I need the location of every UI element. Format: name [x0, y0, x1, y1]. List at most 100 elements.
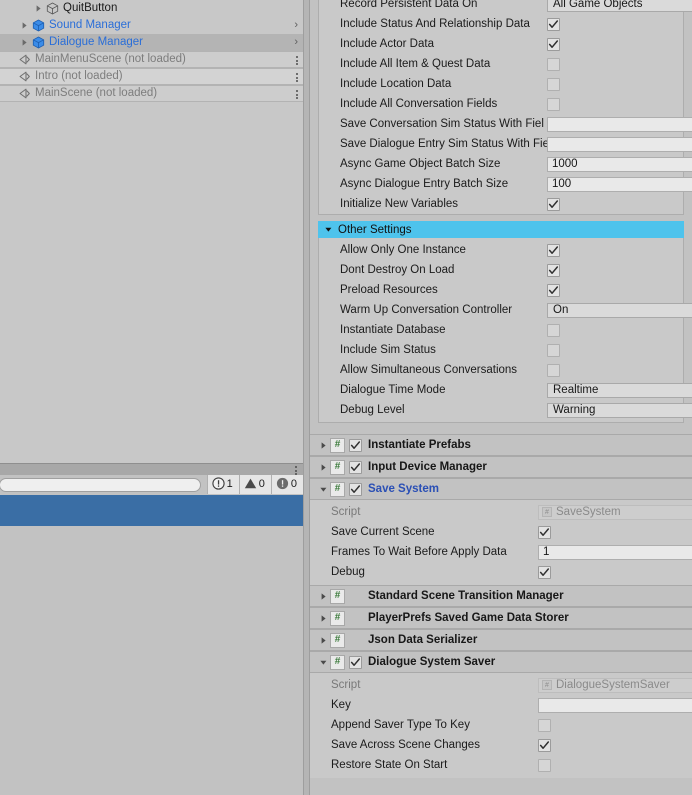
property-value [538, 715, 692, 735]
dropdown-warm-up-conversation-controller[interactable]: On [547, 302, 692, 318]
hierarchy-row-mainmenuscene-not-loaded[interactable]: MainMenuScene (not loaded) [0, 51, 303, 68]
chevron-right-icon[interactable] [316, 592, 330, 601]
hierarchy-row-list: QuitButton Sound Manager › Dialogue Manager… [0, 0, 303, 102]
component-title: PlayerPrefs Saved Game Data Storer [368, 612, 569, 624]
open-prefab-chevron-icon[interactable]: › [294, 34, 298, 51]
dropdown-record-persistent-data-on[interactable]: All Game Objects [547, 0, 692, 12]
component-header-playerprefs-saved-game-data-storer[interactable]: # PlayerPrefs Saved Game Data Storer [310, 607, 692, 629]
dropdown-dialogue-time-mode[interactable]: Realtime [547, 382, 692, 398]
text-field-save-dialogue-entry-sim-status-with-fie[interactable] [547, 136, 692, 152]
console-error-count: 1 [226, 478, 233, 490]
object-field-script[interactable]: # SaveSystem [538, 504, 692, 520]
console-message-list[interactable] [0, 495, 303, 795]
hierarchy-empty-area[interactable] [0, 107, 303, 463]
dropdown-debug-level[interactable]: Warning [547, 402, 692, 418]
checkbox-debug[interactable] [538, 565, 551, 579]
chevron-down-icon[interactable] [324, 225, 333, 234]
component-enabled-toggle[interactable] [349, 655, 362, 669]
expand-arrow-icon[interactable] [32, 2, 45, 15]
checkbox-instantiate-database[interactable] [547, 323, 560, 337]
component-header-instantiate-prefabs[interactable]: # Instantiate Prefabs [310, 434, 692, 456]
chevron-right-icon[interactable] [316, 463, 330, 472]
scene-options-icon[interactable] [296, 86, 298, 103]
left-column: QuitButton Sound Manager › Dialogue Manager… [0, 0, 303, 795]
chevron-right-icon[interactable] [316, 614, 330, 623]
component-enabled-toggle[interactable] [349, 482, 362, 496]
text-field-async-dialogue-entry-batch-size[interactable]: 100 [547, 176, 692, 192]
script-icon: # [542, 507, 552, 517]
row-options-icon[interactable] [296, 52, 298, 69]
hierarchy-row-intro-not-loaded[interactable]: Intro (not loaded) [0, 68, 303, 85]
checkbox-dont-destroy-on-load[interactable] [547, 263, 560, 277]
checkbox-include-sim-status[interactable] [547, 343, 560, 357]
hierarchy-row-quitbutton[interactable]: QuitButton [0, 0, 303, 17]
property-value: All Game Objects [547, 0, 692, 14]
component-body-save-system: Script # SaveSystem Save Current Scene Frame… [310, 500, 692, 585]
property-value [547, 134, 692, 154]
chevron-right-icon[interactable] [316, 636, 330, 645]
component-header-dialogue-system-saver[interactable]: # Dialogue System Saver [310, 651, 692, 673]
checkbox-preload-resources[interactable] [547, 283, 560, 297]
checkbox-restore-state-on-start[interactable] [538, 758, 551, 772]
property-label: Include Location Data [340, 78, 452, 90]
console-panel[interactable]: 1 0 0 [0, 475, 303, 795]
component-enabled-toggle[interactable] [349, 460, 362, 474]
scene-options-icon[interactable] [296, 69, 298, 86]
inspector-panel[interactable]: Record Persistent Data On All Game Object… [310, 0, 692, 795]
chevron-right-icon[interactable] [316, 441, 330, 450]
checkbox-include-all-item-quest-data[interactable] [547, 57, 560, 71]
chevron-down-icon[interactable] [316, 658, 330, 667]
property-value [547, 320, 683, 340]
text-field-frames-to-wait-before-apply-data[interactable]: 1 [538, 544, 692, 560]
property-row-dialogue-time-mode: Dialogue Time Mode Realtime [319, 380, 692, 400]
open-prefab-chevron-icon[interactable]: › [294, 17, 298, 34]
property-label: Instantiate Database [340, 324, 446, 336]
object-field-script[interactable]: # DialogueSystemSaver [538, 677, 692, 693]
property-label: Allow Simultaneous Conversations [340, 364, 518, 376]
checkbox-append-saver-type-to-key[interactable] [538, 718, 551, 732]
scene-options-icon[interactable] [296, 52, 298, 69]
checkbox-save-current-scene[interactable] [538, 525, 551, 539]
property-label: Save Current Scene [331, 526, 435, 538]
checkbox-include-location-data[interactable] [547, 77, 560, 91]
inspector-content: Record Persistent Data On All Game Object… [310, 0, 692, 778]
checkbox-include-status-and-relationship-data[interactable] [547, 17, 560, 31]
component-header-standard-scene-transition-manager[interactable]: # Standard Scene Transition Manager [310, 585, 692, 607]
component-enabled-toggle[interactable] [349, 438, 362, 452]
property-value: Warning [547, 400, 692, 420]
chevron-down-icon[interactable] [316, 485, 330, 494]
hierarchy-row-mainscene-not-loaded[interactable]: MainScene (not loaded) [0, 85, 303, 102]
checkbox-include-actor-data[interactable] [547, 37, 560, 51]
checkbox-allow-only-one-instance[interactable] [547, 243, 560, 257]
property-row-script: Script # SaveSystem [310, 502, 692, 522]
component-header-save-system[interactable]: # Save System [310, 478, 692, 500]
checkbox-save-across-scene-changes[interactable] [538, 738, 551, 752]
console-error-counter[interactable]: 1 [206, 475, 239, 494]
hierarchy-row-dialogue-manager[interactable]: Dialogue Manager › [0, 34, 303, 51]
scene-icon [17, 69, 32, 84]
text-field-key[interactable] [538, 697, 692, 713]
expand-arrow-icon[interactable] [18, 36, 31, 49]
checkbox-include-all-conversation-fields[interactable] [547, 97, 560, 111]
console-info-counter[interactable]: 0 [270, 475, 303, 494]
foldout-other-settings[interactable]: Other Settings [318, 221, 684, 238]
row-options-icon[interactable] [296, 86, 298, 103]
checkbox-allow-simultaneous-conversations[interactable] [547, 363, 560, 377]
console-search-input[interactable] [0, 478, 201, 492]
console-warning-counter[interactable]: 0 [238, 475, 271, 494]
property-value [547, 360, 683, 380]
console-message-row-selected[interactable] [0, 495, 303, 526]
property-label: Include Sim Status [340, 344, 436, 356]
row-options-icon[interactable] [296, 69, 298, 86]
text-field-async-game-object-batch-size[interactable]: 1000 [547, 156, 692, 172]
checkbox-initialize-new-variables[interactable] [547, 197, 560, 211]
property-row-script: Script # DialogueSystemSaver [310, 675, 692, 695]
hierarchy-panel[interactable]: QuitButton Sound Manager › Dialogue Manager… [0, 0, 303, 463]
expand-arrow-icon[interactable] [18, 19, 31, 32]
property-row-instantiate-database: Instantiate Database [319, 320, 683, 340]
vertical-splitter[interactable] [303, 0, 310, 795]
text-field-save-conversation-sim-status-with-fiel[interactable] [547, 116, 692, 132]
component-header-input-device-manager[interactable]: # Input Device Manager [310, 456, 692, 478]
hierarchy-row-sound-manager[interactable]: Sound Manager › [0, 17, 303, 34]
component-header-json-data-serializer[interactable]: # Json Data Serializer [310, 629, 692, 651]
